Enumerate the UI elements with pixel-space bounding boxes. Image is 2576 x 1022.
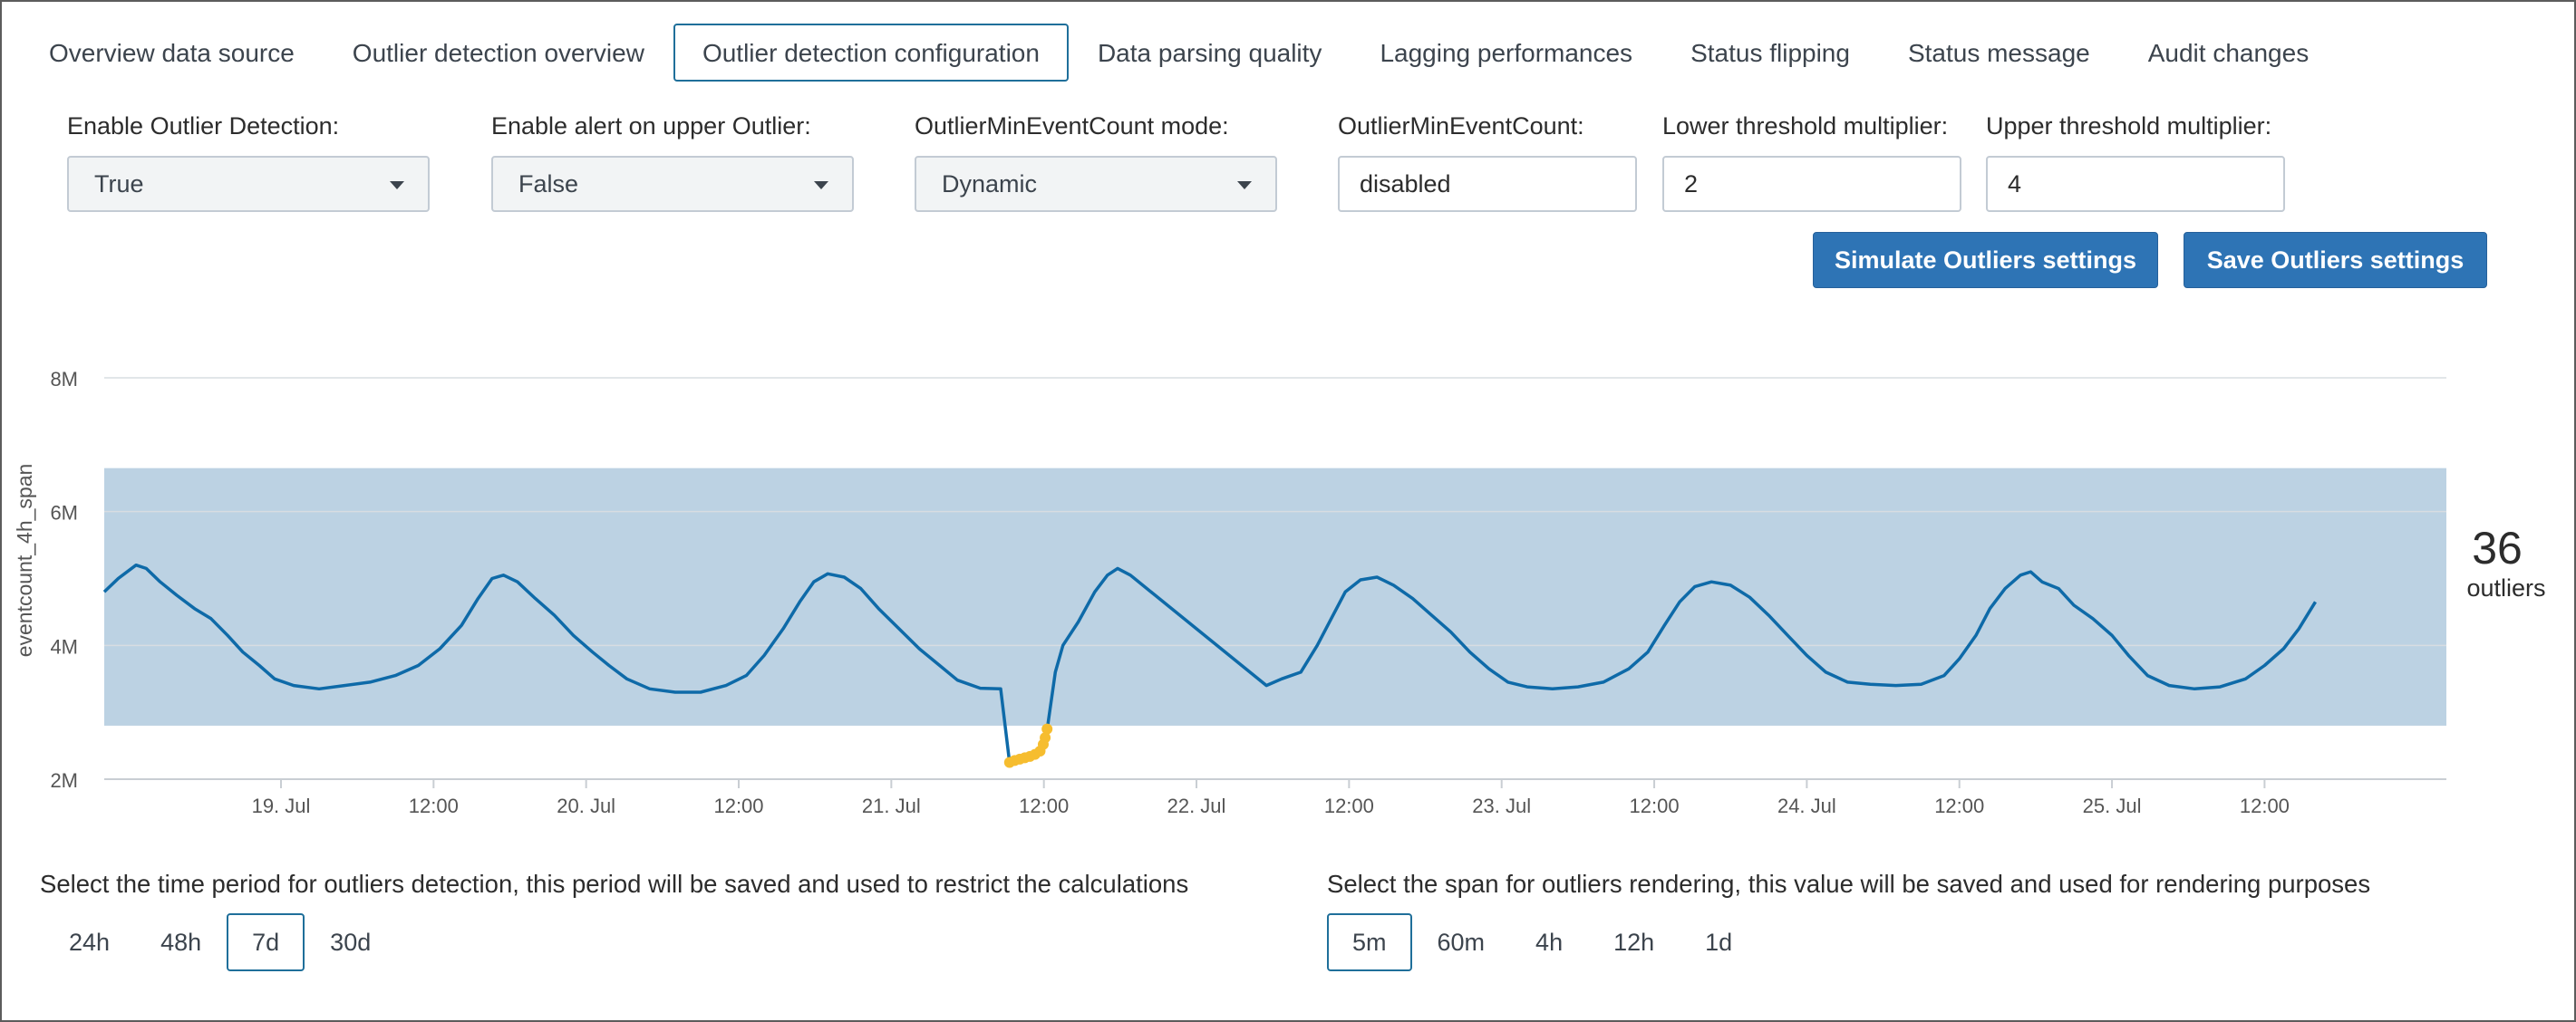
tab-status-message[interactable]: Status message	[1879, 24, 2119, 82]
min-event-count-label: OutlierMinEventCount:	[1338, 112, 1584, 140]
y-axis-label: eventcount_4h_span	[13, 464, 36, 658]
x-tick-label: 12:00	[1019, 795, 1069, 817]
x-tick-label: 23. Jul	[1472, 795, 1531, 817]
min-event-mode-label: OutlierMinEventCount mode:	[915, 112, 1229, 140]
x-tick-label: 25. Jul	[2083, 795, 2142, 817]
tab-outlier-detection-overview[interactable]: Outlier detection overview	[324, 24, 673, 82]
outliers-count-label: outliers	[2466, 574, 2546, 602]
x-tick-label: 12:00	[1934, 795, 1984, 817]
caret-down-icon	[814, 181, 828, 189]
enable-outlier-value: True	[94, 170, 144, 198]
enable-outlier-select[interactable]: True	[67, 156, 430, 212]
upper-multiplier-field: Upper threshold multiplier:	[1986, 111, 2285, 212]
min-event-mode-select[interactable]: Dynamic	[915, 156, 1277, 212]
span-option-4h[interactable]: 4h	[1510, 913, 1588, 971]
enable-outlier-field: Enable Outlier Detection: True	[67, 111, 430, 212]
outlier-chart: 2M 4M 6M 8M eventcount_4h_span 19. Jul 12:00 20…	[13, 368, 2446, 817]
dashboard-panel: Overview data source Outlier detection o…	[0, 0, 2576, 1022]
x-tick-label: 22. Jul	[1167, 795, 1226, 817]
x-tick-label: 19. Jul	[252, 795, 311, 817]
period-description: Select the time period for outliers dete…	[40, 870, 1189, 898]
save-outliers-button[interactable]: Save Outliers settings	[2184, 232, 2487, 288]
x-tick-label: 12:00	[1324, 795, 1374, 817]
upper-multiplier-input[interactable]	[1986, 156, 2285, 212]
period-selector: 24h 48h 7d 30d	[44, 913, 396, 971]
tab-status-flipping[interactable]: Status flipping	[1661, 24, 1879, 82]
x-tick-label: 21. Jul	[862, 795, 921, 817]
span-option-12h[interactable]: 12h	[1588, 913, 1680, 971]
tab-data-parsing-quality[interactable]: Data parsing quality	[1069, 24, 1351, 82]
period-option-30d[interactable]: 30d	[305, 913, 396, 971]
lower-multiplier-field: Lower threshold multiplier:	[1662, 111, 1961, 212]
tab-lagging-performances[interactable]: Lagging performances	[1351, 24, 1661, 82]
y-tick-label: 4M	[50, 635, 78, 658]
x-tick-label: 24. Jul	[1777, 795, 1836, 817]
x-tick-label: 12:00	[713, 795, 763, 817]
lower-multiplier-input[interactable]	[1662, 156, 1961, 212]
lower-multiplier-label: Lower threshold multiplier:	[1662, 112, 1949, 140]
min-event-mode-field: OutlierMinEventCount mode: Dynamic	[915, 111, 1277, 212]
x-tick-label: 20. Jul	[557, 795, 615, 817]
tab-overview-data-source[interactable]: Overview data source	[20, 24, 324, 82]
span-option-1d[interactable]: 1d	[1680, 913, 1758, 971]
tab-outlier-detection-configuration[interactable]: Outlier detection configuration	[673, 24, 1069, 82]
outliers-count: 36	[2472, 523, 2523, 574]
y-tick-label: 2M	[50, 769, 78, 792]
span-description: Select the span for outliers rendering, …	[1327, 870, 2371, 898]
enable-alert-upper-value: False	[518, 170, 579, 198]
enable-outlier-label: Enable Outlier Detection:	[67, 112, 340, 140]
enable-alert-upper-field: Enable alert on upper Outlier: False	[491, 111, 854, 212]
min-event-count-field: OutlierMinEventCount:	[1338, 111, 1637, 212]
span-option-5m[interactable]: 5m	[1327, 913, 1412, 971]
caret-down-icon	[390, 181, 404, 189]
x-tick-label: 12:00	[1630, 795, 1680, 817]
period-option-7d[interactable]: 7d	[227, 913, 305, 971]
enable-alert-upper-label: Enable alert on upper Outlier:	[491, 112, 811, 140]
upper-multiplier-label: Upper threshold multiplier:	[1986, 112, 2272, 140]
x-tick-label: 12:00	[409, 795, 459, 817]
caret-down-icon	[1237, 181, 1252, 189]
period-option-24h[interactable]: 24h	[44, 913, 135, 971]
min-event-mode-value: Dynamic	[942, 170, 1038, 198]
simulate-outliers-button[interactable]: Simulate Outliers settings	[1813, 232, 2158, 288]
y-tick-label: 8M	[50, 368, 78, 390]
min-event-count-input[interactable]	[1338, 156, 1637, 212]
tab-bar: Overview data source Outlier detection o…	[20, 24, 2338, 82]
outlier-point	[1041, 723, 1053, 735]
x-tick-label: 12:00	[2240, 795, 2290, 817]
tab-audit-changes[interactable]: Audit changes	[2119, 24, 2338, 82]
period-option-48h[interactable]: 48h	[135, 913, 227, 971]
span-selector: 5m 60m 4h 12h 1d	[1327, 913, 1758, 971]
enable-alert-upper-select[interactable]: False	[491, 156, 854, 212]
y-tick-label: 6M	[50, 502, 78, 525]
span-option-60m[interactable]: 60m	[1412, 913, 1511, 971]
threshold-band	[104, 468, 2446, 726]
